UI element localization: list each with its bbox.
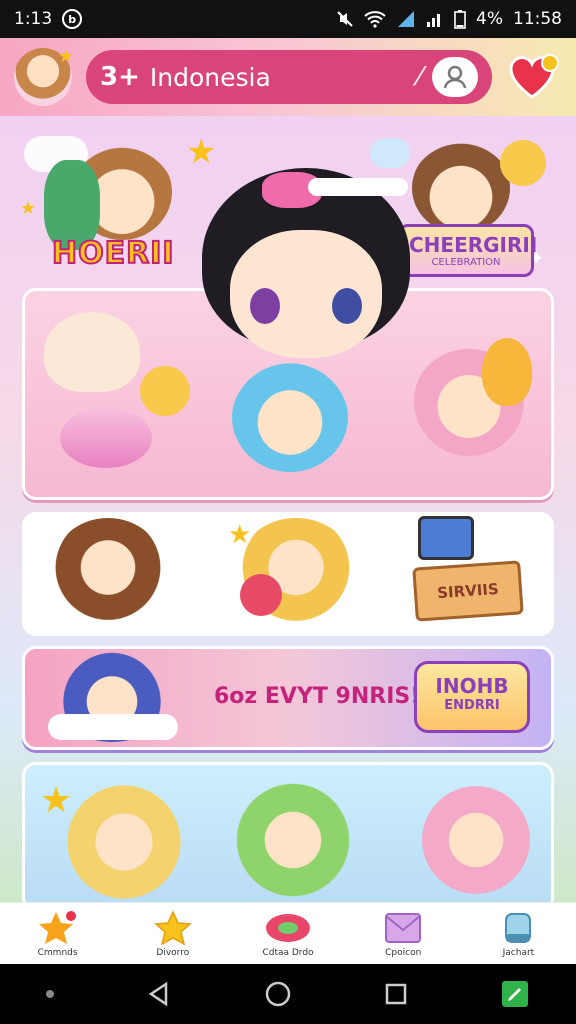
star-sparkle-icon: ★ bbox=[228, 520, 252, 550]
event-badge[interactable]: INOHB ENDRRI bbox=[414, 661, 530, 733]
tab-cpoicon[interactable]: Cpoicon bbox=[346, 903, 461, 964]
search-title: Indonesia bbox=[149, 62, 271, 92]
strawberry-icon bbox=[240, 574, 282, 616]
dot-icon bbox=[46, 990, 54, 998]
mute-icon bbox=[337, 11, 353, 27]
envelope-icon bbox=[385, 912, 422, 943]
cloud-decoration bbox=[48, 714, 178, 740]
back-icon[interactable] bbox=[146, 981, 172, 1007]
profile-avatar[interactable] bbox=[14, 46, 74, 106]
chibi-character-black-hair-hero[interactable] bbox=[196, 138, 416, 388]
star-icon bbox=[153, 909, 192, 945]
signal-icon bbox=[398, 11, 415, 27]
app-header: 3+ Indonesia ⁄ bbox=[0, 38, 576, 116]
bottom-tab-bar: Cmmnds Divorro Cdtaa Drdo Cpoicon Jachar… bbox=[0, 902, 576, 964]
easter-egg-icon bbox=[60, 408, 152, 468]
logo-cheergirii: CHEERGIRII CELEBRATION bbox=[398, 224, 537, 277]
tablet-icon bbox=[418, 516, 474, 560]
star-badge-icon bbox=[38, 910, 76, 944]
wifi-icon bbox=[364, 11, 386, 28]
promo-text: 6oz EVYT 9NRIS! bbox=[214, 684, 421, 709]
search-bar[interactable]: 3+ Indonesia ⁄ bbox=[86, 50, 492, 104]
edit-icon[interactable]: ⁄ bbox=[418, 62, 422, 92]
cup-icon bbox=[505, 912, 532, 943]
cellular-icon bbox=[427, 14, 441, 27]
favorites-heart-icon[interactable] bbox=[506, 49, 562, 105]
battery-icon bbox=[454, 10, 466, 29]
tab-divorro[interactable]: Divorro bbox=[115, 903, 230, 964]
sun-face-icon bbox=[140, 366, 190, 416]
star-sparkle-icon: ★ bbox=[20, 198, 37, 219]
sun-face-icon bbox=[500, 140, 546, 186]
search-count: 3+ bbox=[100, 62, 140, 92]
gem-icon bbox=[266, 913, 310, 942]
mushroom-house-icon bbox=[44, 312, 140, 392]
tab-commands[interactable]: Cmmnds bbox=[0, 903, 115, 964]
tab-jachart[interactable]: Jachart bbox=[461, 903, 576, 964]
chibi-character-pink-hair-2[interactable] bbox=[420, 778, 532, 902]
clock-right: 11:58 bbox=[513, 9, 562, 29]
chibi-character-brown-pigtails[interactable] bbox=[50, 518, 166, 628]
logo-hoerii: HOERII bbox=[51, 235, 175, 272]
user-icon[interactable] bbox=[432, 57, 478, 97]
content-feed: ★ ★ ✦ HOERII CHEERGIRII CELEBRATION ★ SI… bbox=[0, 116, 576, 902]
chibi-character-blonde-curls[interactable] bbox=[62, 780, 186, 902]
b-icon: b bbox=[62, 9, 83, 29]
mango-fruit-icon bbox=[482, 338, 532, 406]
battery-percent: 4% bbox=[476, 9, 503, 29]
tab-cdtaa-drdo[interactable]: Cdtaa Drdo bbox=[230, 903, 345, 964]
chibi-character-brown-bun[interactable] bbox=[412, 142, 510, 234]
recents-icon[interactable] bbox=[384, 982, 408, 1006]
sign-board: SIRVIIS bbox=[412, 560, 524, 622]
chibi-character-green-hair-girl[interactable] bbox=[232, 778, 354, 902]
system-nav-bar bbox=[0, 964, 576, 1024]
home-icon[interactable] bbox=[264, 980, 292, 1008]
status-bar: 1:13 b 4% 11:58 bbox=[0, 0, 576, 38]
clock-left: 1:13 bbox=[14, 9, 53, 29]
edit-square-icon[interactable] bbox=[500, 979, 530, 1009]
